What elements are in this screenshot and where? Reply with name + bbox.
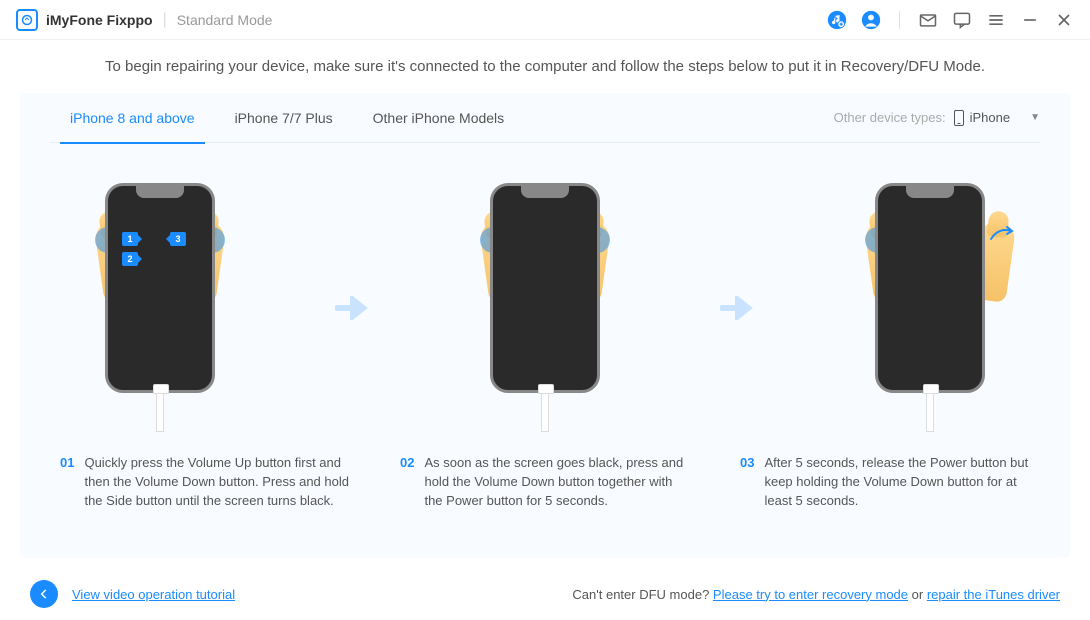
- footer-help: Can't enter DFU mode? Please try to ente…: [572, 587, 1060, 602]
- tab-other-iphone[interactable]: Other iPhone Models: [353, 93, 525, 143]
- mode-label: Standard Mode: [177, 12, 273, 28]
- step-3-text: 03 After 5 seconds, release the Power bu…: [740, 454, 1030, 511]
- back-button[interactable]: [30, 580, 58, 608]
- steps-illustrations: 1 2 3: [50, 183, 1040, 432]
- cable-icon: [926, 392, 934, 432]
- footer: View video operation tutorial Can't ente…: [0, 568, 1090, 620]
- app-title: iMyFone Fixppo: [46, 12, 153, 28]
- step-marker-3: 3: [170, 232, 186, 246]
- cable-icon: [541, 392, 549, 432]
- music-note-icon[interactable]: [827, 10, 847, 30]
- device-type-value: iPhone: [970, 110, 1010, 125]
- device-tabs: iPhone 8 and above iPhone 7/7 Plus Other…: [50, 93, 1040, 143]
- step-number: 03: [740, 454, 754, 511]
- steps-descriptions: 01 Quickly press the Volume Up button fi…: [50, 454, 1040, 511]
- instruction-text: To begin repairing your device, make sur…: [20, 58, 1070, 75]
- app-logo: [16, 9, 38, 31]
- phone-icon: 1 2 3: [105, 183, 215, 393]
- arrow-icon: [718, 296, 758, 320]
- mail-icon[interactable]: [918, 10, 938, 30]
- close-icon[interactable]: [1054, 10, 1074, 30]
- step-2-text: 02 As soon as the screen goes black, pre…: [400, 454, 690, 511]
- minimize-icon[interactable]: [1020, 10, 1040, 30]
- device-type-selector: Other device types: iPhone ▼: [834, 110, 1040, 126]
- phone-icon: [875, 183, 985, 393]
- titlebar: iMyFone Fixppo | Standard Mode: [0, 0, 1090, 40]
- step-2-illustration: [445, 183, 645, 432]
- cable-icon: [156, 392, 164, 432]
- account-icon[interactable]: [861, 10, 881, 30]
- phone-icon: [954, 110, 964, 126]
- recovery-mode-link[interactable]: Please try to enter recovery mode: [713, 587, 908, 602]
- chevron-down-icon: ▼: [1030, 112, 1040, 123]
- step-1-illustration: 1 2 3: [60, 183, 260, 432]
- feedback-icon[interactable]: [952, 10, 972, 30]
- tab-iphone-8-above[interactable]: iPhone 8 and above: [50, 93, 215, 143]
- step-description: As soon as the screen goes black, press …: [424, 454, 690, 511]
- step-number: 01: [60, 454, 74, 511]
- video-tutorial-link[interactable]: View video operation tutorial: [72, 587, 235, 602]
- phone-icon: [490, 183, 600, 393]
- arrow-icon: [333, 296, 373, 320]
- help-or: or: [908, 587, 927, 602]
- device-type-label: Other device types:: [834, 110, 946, 125]
- repair-driver-link[interactable]: repair the iTunes driver: [927, 587, 1060, 602]
- release-arrow-icon: [989, 225, 1015, 248]
- step-description: Quickly press the Volume Up button first…: [84, 454, 350, 511]
- step-number: 02: [400, 454, 414, 511]
- instruction-card: iPhone 8 and above iPhone 7/7 Plus Other…: [20, 93, 1070, 558]
- step-3-illustration: [830, 183, 1030, 432]
- menu-icon[interactable]: [986, 10, 1006, 30]
- title-divider: |: [163, 11, 167, 29]
- main-content: To begin repairing your device, make sur…: [0, 40, 1090, 558]
- device-type-dropdown[interactable]: iPhone ▼: [954, 110, 1040, 126]
- step-description: After 5 seconds, release the Power butto…: [764, 454, 1030, 511]
- step-marker-1: 1: [122, 232, 138, 246]
- help-prefix: Can't enter DFU mode?: [572, 587, 713, 602]
- step-marker-2: 2: [122, 252, 138, 266]
- tab-iphone-7[interactable]: iPhone 7/7 Plus: [215, 93, 353, 143]
- step-1-text: 01 Quickly press the Volume Up button fi…: [60, 454, 350, 511]
